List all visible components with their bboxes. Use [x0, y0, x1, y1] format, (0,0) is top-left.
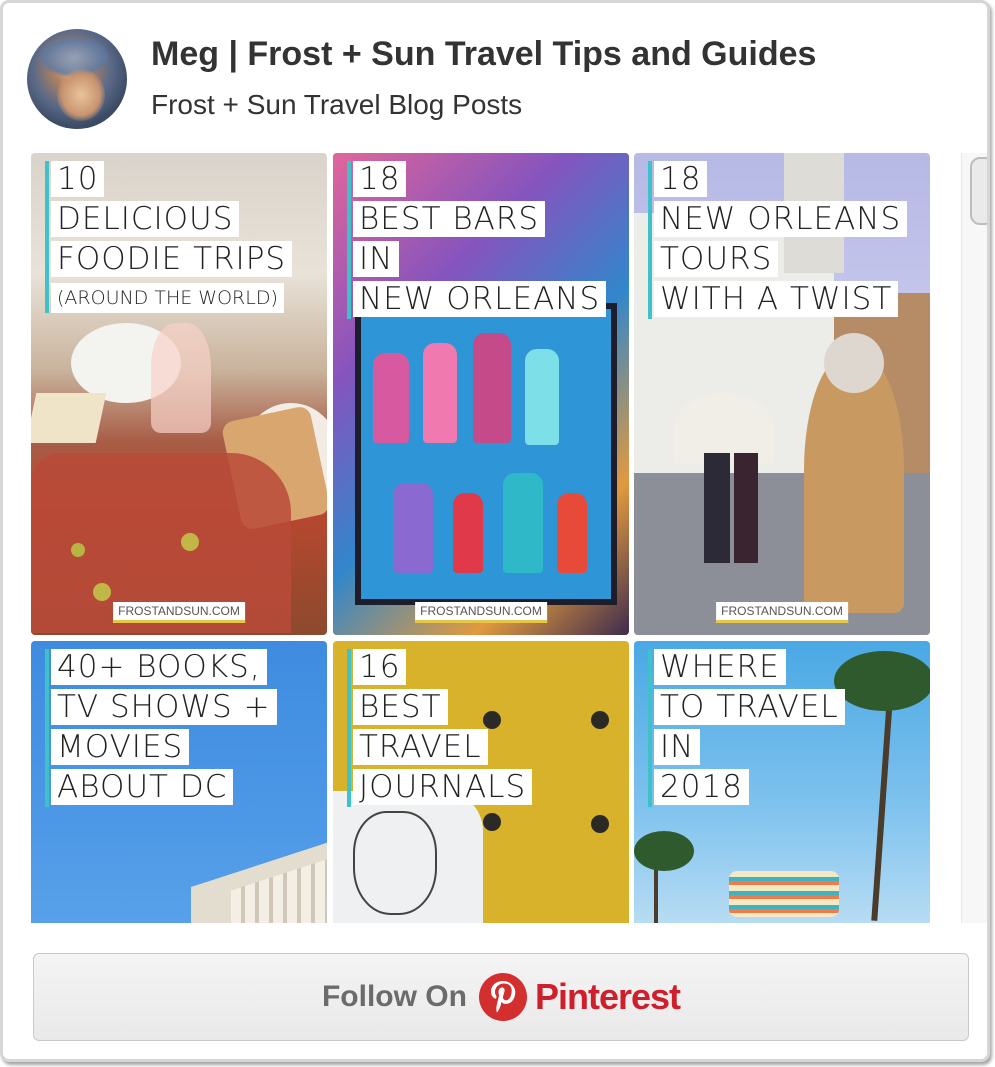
- pin-watermark: FROSTANDSUN.COM: [415, 602, 547, 623]
- accent-bar: [648, 649, 652, 807]
- accent-bar: [45, 161, 49, 313]
- pin-title-line: BEST BARS: [353, 201, 546, 237]
- pin-title-line: JOURNALS: [353, 769, 533, 805]
- avatar[interactable]: [27, 29, 127, 129]
- pin-title-line: IN: [654, 729, 701, 765]
- pin-title-line: TRAVEL: [353, 729, 488, 765]
- pinterest-p-glyph: [490, 981, 516, 1013]
- pin-title-line: BEST: [353, 689, 448, 725]
- board-name-link[interactable]: Frost + Sun Travel Blog Posts: [151, 89, 522, 121]
- pin-books-dc[interactable]: 40+ BOOKS, TV SHOWS + MOVIES ABOUT DC: [31, 641, 327, 923]
- pinterest-wordmark: Pinterest: [534, 976, 681, 1017]
- pin-title-line: 2018: [654, 769, 749, 805]
- pin-foodie-trips[interactable]: 10 DELICIOUS FOODIE TRIPS (AROUND THE WO…: [31, 153, 327, 635]
- pin-watermark: FROSTANDSUN.COM: [716, 602, 848, 623]
- pin-nola-tours[interactable]: 18 NEW ORLEANS TOURS WITH A TWIST FROSTA…: [634, 153, 930, 635]
- pin-title-line: 16: [353, 649, 407, 685]
- pin-title-line: WHERE: [654, 649, 786, 685]
- pin-grid: 10 DELICIOUS FOODIE TRIPS (AROUND THE WO…: [31, 153, 931, 923]
- pin-title-line: 18: [353, 161, 407, 197]
- pin-title-line: TV SHOWS +: [51, 689, 277, 725]
- accent-bar: [347, 649, 351, 807]
- pin-title-line: TOURS: [654, 241, 779, 277]
- accent-bar: [648, 161, 652, 319]
- avatar-image-face: [57, 69, 105, 121]
- scrollbar-thumb[interactable]: [970, 157, 987, 225]
- pin-title-line: FOODIE TRIPS: [51, 241, 293, 277]
- pin-title-line: NEW ORLEANS: [654, 201, 908, 237]
- pin-title-line: IN: [353, 241, 400, 277]
- pinterest-logo-icon: [478, 973, 527, 1021]
- scrollbar[interactable]: [961, 153, 987, 923]
- accent-bar: [45, 649, 49, 807]
- pin-travel-journals[interactable]: 16 BEST TRAVEL JOURNALS: [333, 641, 629, 923]
- pin-title-line: DELICIOUS: [51, 201, 240, 237]
- pin-title-line: ABOUT DC: [51, 769, 234, 805]
- profile-name-link[interactable]: Meg | Frost + Sun Travel Tips and Guides: [151, 35, 816, 74]
- pin-title-line: TO TRAVEL: [654, 689, 845, 725]
- pin-title-line: MOVIES: [51, 729, 190, 765]
- pin-title-line: 10: [51, 161, 105, 197]
- accent-bar: [347, 161, 351, 319]
- follow-on-pinterest-button[interactable]: Follow On Pinterest: [33, 953, 969, 1041]
- pin-best-bars[interactable]: 18 BEST BARS IN NEW ORLEANS FROSTANDSUN.…: [333, 153, 629, 635]
- pin-title-line: NEW ORLEANS: [353, 281, 607, 317]
- pin-title-line: (AROUND THE WORLD): [51, 283, 284, 313]
- follow-label: Follow On: [321, 980, 467, 1013]
- pin-title-line: 18: [654, 161, 708, 197]
- pinterest-board-widget: Meg | Frost + Sun Travel Tips and Guides…: [0, 0, 990, 1062]
- pin-title-line: 40+ BOOKS,: [51, 649, 267, 685]
- pin-where-to-travel[interactable]: WHERE TO TRAVEL IN 2018: [634, 641, 930, 923]
- pin-title-line: WITH A TWIST: [654, 281, 899, 317]
- pin-watermark: FROSTANDSUN.COM: [113, 602, 245, 623]
